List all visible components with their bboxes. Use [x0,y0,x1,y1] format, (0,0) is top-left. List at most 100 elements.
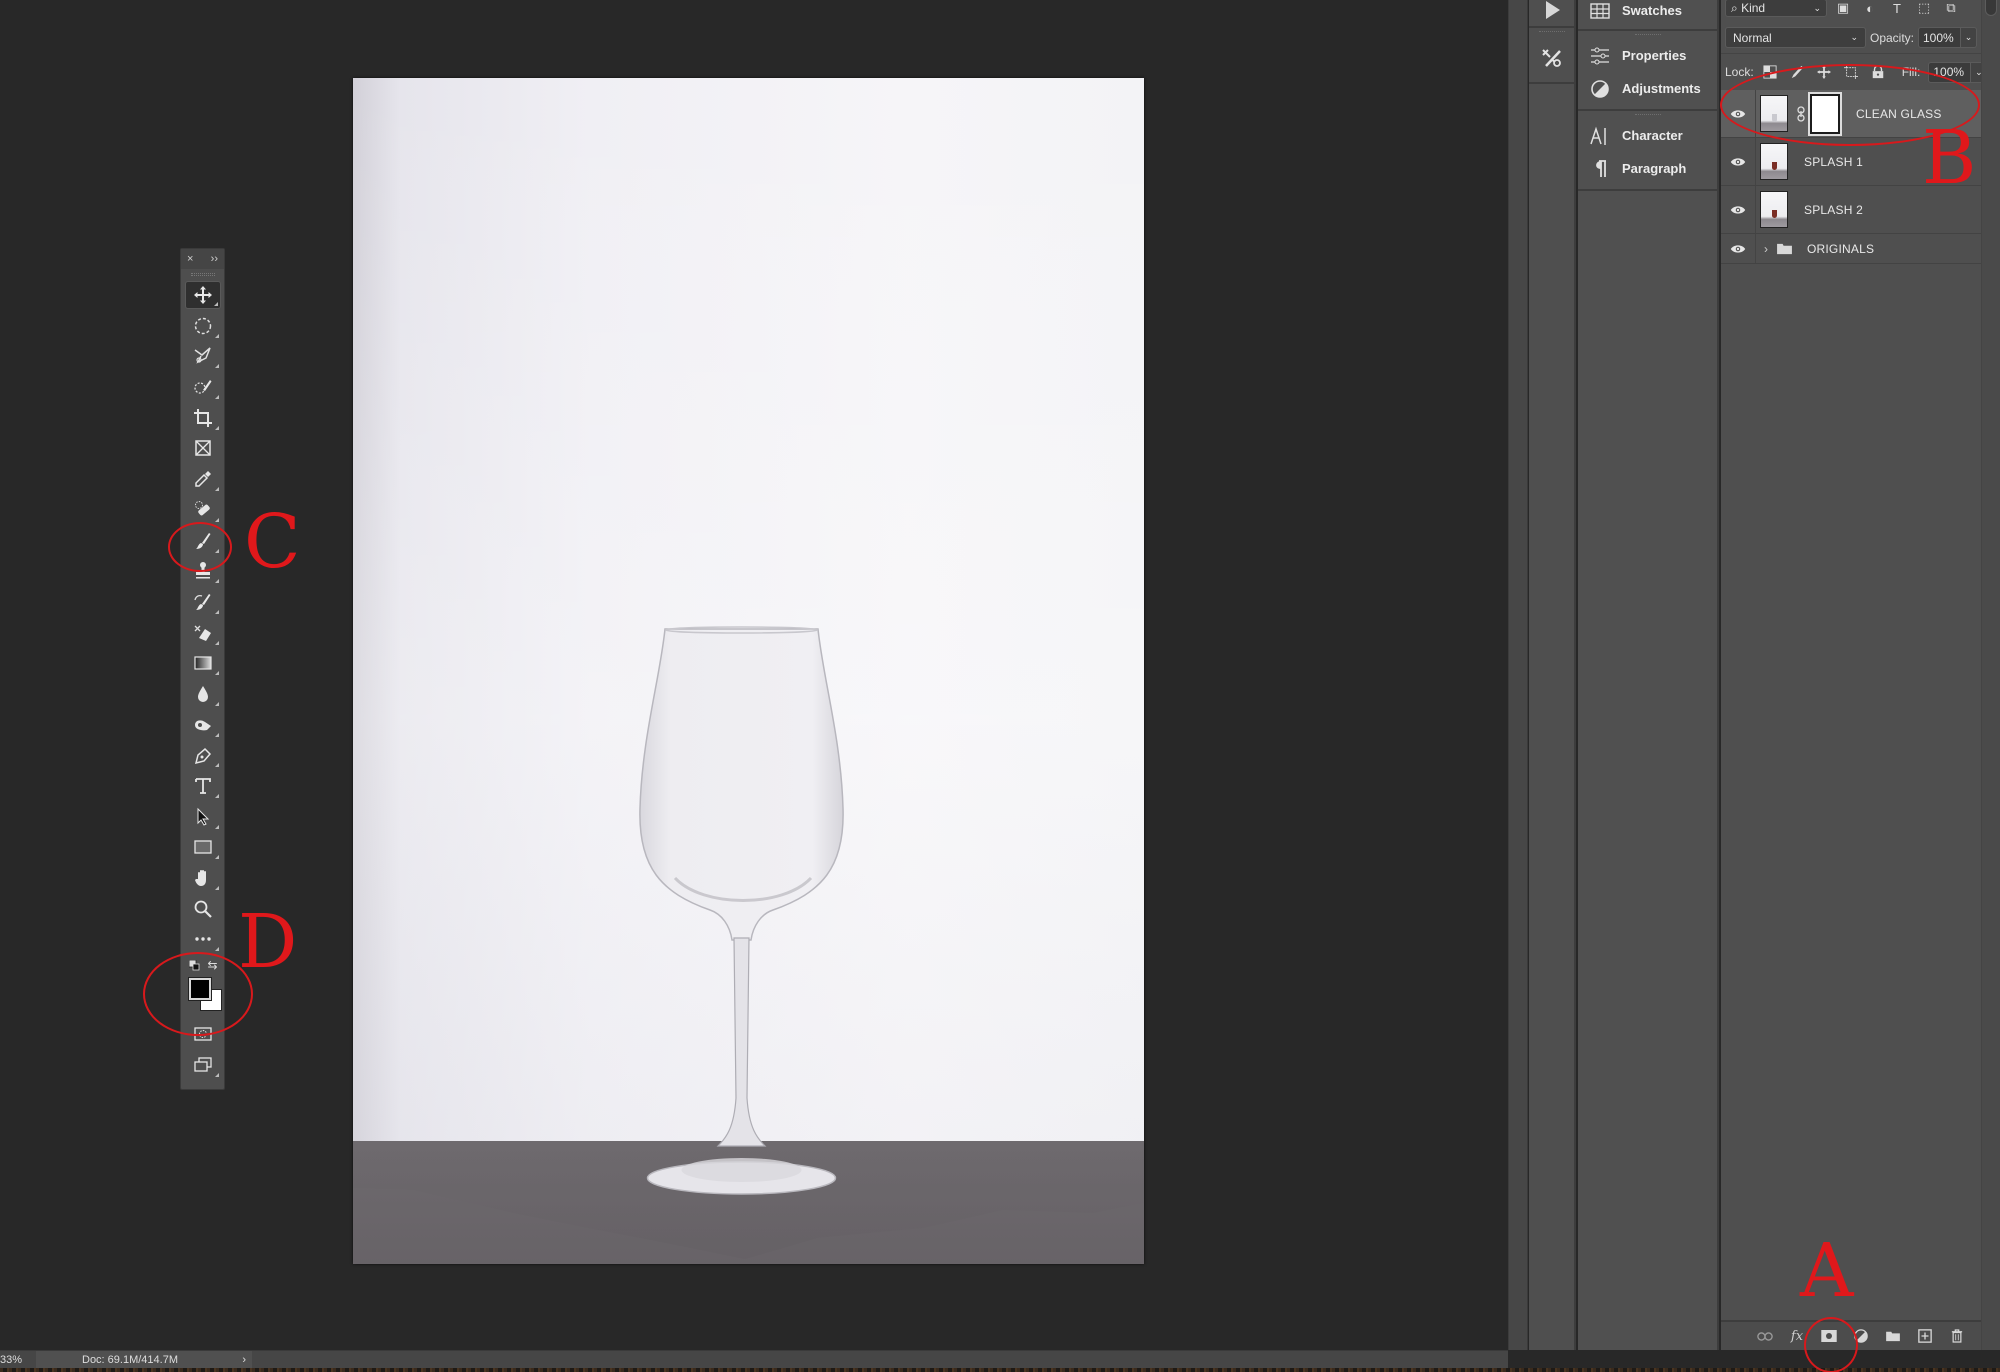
panel-tab-character[interactable]: Character [1578,119,1717,152]
new-group-button[interactable] [1883,1327,1903,1345]
layer-group-originals[interactable]: › ORIGINALS [1721,234,1981,264]
clone-stamp-tool[interactable] [185,557,221,585]
add-layer-mask-button[interactable] [1819,1327,1839,1345]
dock-collapse-strip[interactable] [1508,0,1528,1350]
fill-input[interactable]: 100% [1928,61,1972,83]
drag-handle[interactable] [1578,111,1717,119]
fill-label: Fill: [1901,65,1921,79]
filter-smart-object-icon[interactable]: ⧉ [1943,0,1959,16]
tool-presets-button[interactable] [1529,36,1574,82]
visibility-toggle[interactable] [1721,186,1756,233]
drag-handle[interactable] [181,269,224,279]
pilcrow-icon [1596,159,1606,177]
new-layer-button[interactable] [1915,1327,1935,1345]
default-colors-icon[interactable] [188,960,200,971]
scrollbar-thumb[interactable] [1985,0,1997,16]
crop-icon [193,408,212,427]
visibility-toggle[interactable] [1721,234,1756,263]
gradient-tool[interactable] [185,649,221,677]
layers-scrollbar[interactable] [1981,0,2000,1350]
chevron-right-icon[interactable]: › [242,1354,246,1366]
layer-thumbnail [1760,143,1788,180]
pen-tool[interactable] [185,741,221,769]
quick-selection-tool[interactable] [185,373,221,401]
lock-transparent-pixels-icon[interactable] [1762,64,1778,80]
hand-tool[interactable] [185,864,221,892]
lock-all-icon[interactable] [1870,64,1886,80]
add-layer-style-button[interactable]: fx [1787,1327,1807,1345]
history-brush-icon [193,593,210,610]
document-canvas[interactable] [353,78,1144,1264]
eyedropper-tool[interactable] [185,465,221,493]
elliptical-marquee-tool[interactable] [185,312,221,340]
rectangle-tool[interactable] [185,833,221,861]
layers-panel[interactable]: ⌕ Kind ⌄ ▣ ◐ T ⬚ ⧉ Normal ⌄ Opacity: 100… [1721,0,1988,1350]
screen-mode-button[interactable] [185,1051,221,1079]
collapse-expand-icon[interactable]: ›› [211,253,218,265]
foreground-color-swatch[interactable] [187,977,212,1002]
drag-handle[interactable] [1578,31,1717,39]
new-adjustment-layer-button[interactable] [1851,1327,1871,1345]
opacity-input[interactable]: 100% [1918,27,1961,48]
filter-shape-icon[interactable]: ⬚ [1916,0,1932,16]
close-icon[interactable]: × [187,253,193,265]
tools-panel-header[interactable]: × ›› [181,249,224,269]
panel-label: Paragraph [1622,161,1687,176]
opacity-dropdown[interactable]: ⌄ [1961,27,1977,48]
window-bottom-edge [0,1368,2000,1372]
opacity-label: Opacity: [1869,30,1914,45]
visibility-toggle[interactable] [1721,90,1756,137]
dock-icon-column[interactable] [1529,0,1576,1350]
panel-tab-swatches[interactable]: Swatches [1578,0,1717,27]
tools-panel[interactable]: × ›› ⇆ [180,248,225,1090]
panel-tab-properties[interactable]: Properties [1578,39,1717,72]
eraser-tool[interactable] [185,619,221,647]
annotation-letter-d: D [238,899,298,985]
quick-mask-button[interactable] [185,1020,221,1048]
canvas-workspace[interactable] [0,0,1508,1350]
brush-tool[interactable] [185,527,221,555]
zoom-level[interactable]: 33% [0,1354,36,1366]
edit-toolbar-button[interactable] [185,925,221,953]
eye-icon [1730,157,1746,166]
blur-tool[interactable] [185,680,221,708]
type-tool[interactable] [185,772,221,800]
filter-type-icon[interactable]: T [1889,0,1905,16]
dock-panel-column[interactable]: Swatches Properties Adjustments Characte… [1578,0,1719,1350]
mask-link-icon[interactable] [1794,105,1808,122]
polygonal-lasso-tool[interactable] [185,342,221,370]
link-layers-button[interactable] [1755,1327,1775,1345]
dodge-tool[interactable] [185,711,221,739]
move-tool[interactable] [184,281,221,309]
filter-kind-select[interactable]: ⌕ Kind ⌄ [1725,0,1827,17]
history-brush-tool[interactable] [185,588,221,616]
character-icon [1590,126,1606,145]
panel-tab-paragraph[interactable]: Paragraph [1578,152,1717,185]
lock-position-icon[interactable] [1816,64,1832,80]
quick-selection-icon [193,380,211,394]
glass-stem [716,937,767,1147]
eye-icon [1730,244,1746,253]
delete-layer-button[interactable] [1947,1327,1967,1345]
blend-mode-select[interactable]: Normal ⌄ [1725,27,1866,48]
play-icon [1545,1,1560,19]
doc-info[interactable]: Doc: 69.1M/414.7M › [36,1351,252,1368]
filter-pixel-icon[interactable]: ▣ [1835,0,1851,16]
spot-healing-brush-tool[interactable] [185,496,221,524]
drag-handle[interactable] [1529,28,1574,36]
filter-adjustment-icon[interactable]: ◐ [1862,0,1878,16]
lock-artboard-icon[interactable] [1843,64,1859,80]
path-selection-tool[interactable] [185,803,221,831]
actions-play-button[interactable] [1529,0,1574,26]
crop-tool[interactable] [185,404,221,432]
zoom-tool[interactable] [185,895,221,923]
swap-colors-icon[interactable]: ⇆ [207,958,217,972]
ellipsis-icon [194,937,211,942]
layer-mask-thumbnail[interactable] [1808,91,1842,136]
chevron-right-icon[interactable]: › [1764,242,1768,256]
color-chips[interactable]: ⇆ [183,956,223,1018]
lock-image-pixels-icon[interactable] [1789,64,1805,80]
visibility-toggle[interactable] [1721,138,1756,185]
panel-tab-adjustments[interactable]: Adjustments [1578,72,1717,105]
frame-tool[interactable] [185,434,221,462]
